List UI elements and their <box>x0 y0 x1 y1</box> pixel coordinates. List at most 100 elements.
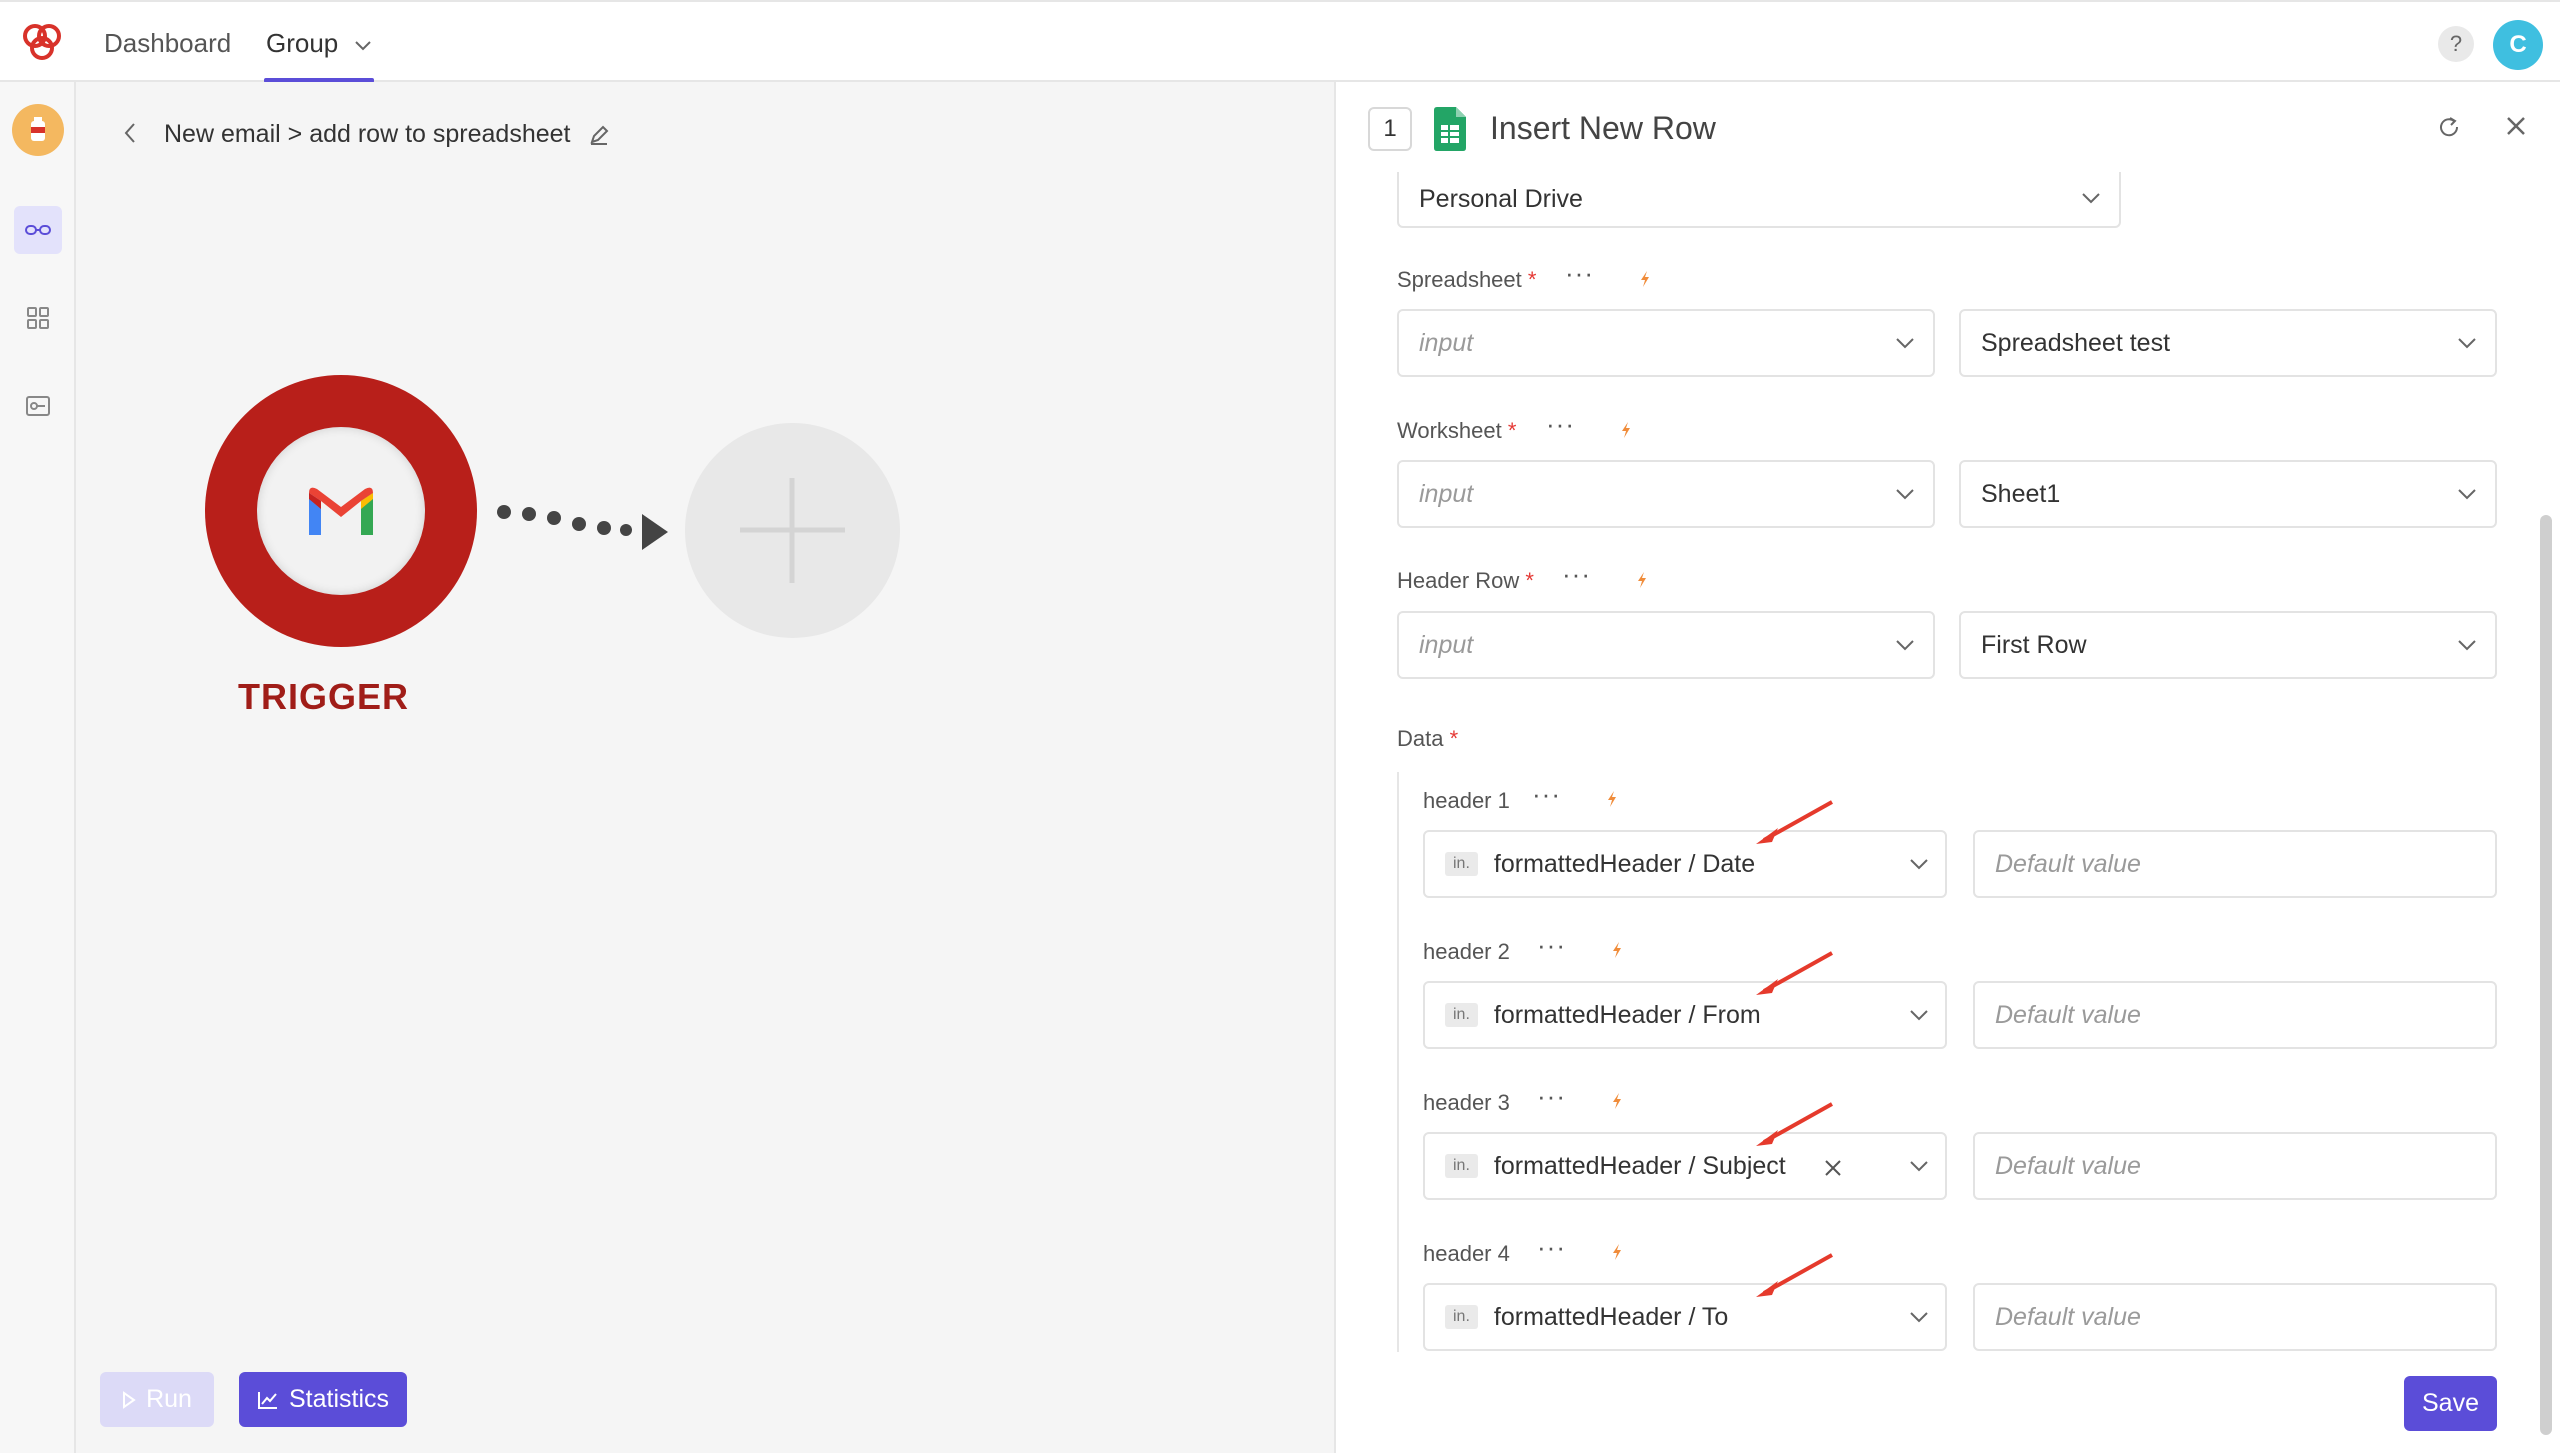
chevron-down-icon <box>1910 1010 1928 1021</box>
chevron-down-icon <box>2458 338 2476 349</box>
help-button[interactable]: ? <box>2438 26 2474 62</box>
back-chevron-icon[interactable] <box>122 120 138 151</box>
chevron-down-icon <box>1896 489 1914 500</box>
flow-breadcrumb: New email > add row to spreadsheet <box>164 120 571 148</box>
add-step-node[interactable] <box>685 423 900 638</box>
panel-scrollbar[interactable] <box>2540 515 2552 1435</box>
statistics-label: Statistics <box>288 1385 390 1413</box>
drive-select-value: Personal Drive <box>1419 184 1583 213</box>
header-4-default-input[interactable]: Default value <box>1973 1283 2497 1351</box>
header-2-more-icon[interactable]: ··· <box>1537 930 1566 961</box>
header-2-label: header 2 <box>1423 939 1510 964</box>
header-3-value: formattedHeader / Subject <box>1493 1151 1786 1180</box>
spreadsheet-input-placeholder: input <box>1419 328 1474 357</box>
data-label-text: Data <box>1397 726 1444 751</box>
header-1-default-input[interactable]: Default value <box>1973 830 2497 898</box>
header-row-field-label: Header Row * <box>1397 568 1534 593</box>
flow-link-icon <box>25 225 51 235</box>
close-icon[interactable] <box>2504 114 2528 143</box>
refresh-icon[interactable] <box>2436 114 2462 145</box>
header-1-value: formattedHeader / Date <box>1493 849 1756 878</box>
lightning-icon <box>1641 271 1649 287</box>
nav-group[interactable]: Group <box>266 28 372 59</box>
worksheet-field-label: Worksheet * <box>1397 418 1517 443</box>
header-4-more-icon[interactable]: ··· <box>1537 1232 1566 1263</box>
run-button[interactable]: Run <box>100 1372 214 1427</box>
trigger-node-inner[interactable] <box>257 427 425 595</box>
header-2-value-select[interactable]: in. formattedHeader / From <box>1423 981 1947 1049</box>
chevron-down-icon <box>354 41 371 51</box>
user-avatar[interactable]: C <box>2493 20 2543 70</box>
chevron-down-icon <box>2458 640 2476 651</box>
spreadsheet-label-text: Spreadsheet <box>1397 267 1522 292</box>
left-sidebar <box>0 82 76 1453</box>
lightning-icon <box>1638 572 1646 588</box>
nav-group-label: Group <box>266 28 339 58</box>
header-4-value-select[interactable]: in. formattedHeader / To <box>1423 1283 1947 1351</box>
worksheet-more-icon[interactable]: ··· <box>1546 409 1575 440</box>
edit-pencil-icon[interactable] <box>588 124 610 151</box>
step-number-badge: 1 <box>1368 107 1412 151</box>
play-icon <box>123 1390 136 1409</box>
sidebar-item-credentials[interactable] <box>14 382 62 430</box>
lightning-icon <box>1613 1244 1621 1260</box>
lightning-icon <box>1622 422 1630 438</box>
annotation-arrow-icon <box>1756 800 1833 844</box>
header-2-default-input[interactable]: Default value <box>1973 981 2497 1049</box>
panel-title: Insert New Row <box>1490 110 1716 146</box>
drive-select[interactable]: Personal Drive <box>1397 172 2121 228</box>
spreadsheet-field-label: Spreadsheet * <box>1397 267 1537 292</box>
worksheet-value-select[interactable]: Sheet1 <box>1959 460 2497 528</box>
header-1-more-icon[interactable]: ··· <box>1532 779 1561 810</box>
data-field-label: Data * <box>1397 726 1459 751</box>
header-row-value: First Row <box>1981 630 2087 659</box>
annotation-arrow-icon <box>1756 951 1833 995</box>
connector-arrow <box>497 505 668 550</box>
header-4-value: formattedHeader / To <box>1493 1302 1729 1331</box>
chevron-down-icon <box>2082 193 2100 204</box>
clear-icon[interactable] <box>1823 1158 1843 1178</box>
spreadsheet-value-select[interactable]: Spreadsheet test <box>1959 309 2497 377</box>
header-3-default-placeholder: Default value <box>1995 1151 2141 1180</box>
sidebar-item-apps[interactable] <box>14 294 62 342</box>
app-logo-icon[interactable] <box>18 20 66 69</box>
header-3-value-select[interactable]: in. formattedHeader / Subject <box>1423 1132 1947 1200</box>
workspace-avatar[interactable] <box>12 104 64 156</box>
header-row-more-icon[interactable]: ··· <box>1562 559 1591 590</box>
workflow-canvas[interactable] <box>76 82 1334 1453</box>
worksheet-label-text: Worksheet <box>1397 418 1502 443</box>
header-1-value-select[interactable]: in. formattedHeader / Date <box>1423 830 1947 898</box>
chart-icon <box>257 1391 277 1409</box>
header-2-value: formattedHeader / From <box>1493 1000 1761 1029</box>
header-row-input-select[interactable]: input <box>1397 611 1935 679</box>
worksheet-input-placeholder: input <box>1419 479 1474 508</box>
chevron-down-icon <box>1896 640 1914 651</box>
header-3-default-input[interactable]: Default value <box>1973 1132 2497 1200</box>
gmail-icon <box>309 487 373 535</box>
lightning-icon <box>1613 942 1621 958</box>
spreadsheet-value: Spreadsheet test <box>1981 328 2171 357</box>
run-label: Run <box>146 1385 192 1413</box>
chevron-down-icon <box>2458 489 2476 500</box>
statistics-button[interactable]: Statistics <box>239 1372 407 1427</box>
nav-dashboard[interactable]: Dashboard <box>104 28 231 59</box>
header-row-label-text: Header Row <box>1397 568 1520 593</box>
worksheet-input-select[interactable]: input <box>1397 460 1935 528</box>
header-4-label: header 4 <box>1423 1241 1510 1266</box>
trigger-label: TRIGGER <box>238 676 410 717</box>
spreadsheet-input-select[interactable]: input <box>1397 309 1935 377</box>
chevron-down-icon <box>1896 338 1914 349</box>
header-row-value-select[interactable]: First Row <box>1959 611 2497 679</box>
header-1-label: header 1 <box>1423 788 1510 813</box>
header-1-default-placeholder: Default value <box>1995 849 2141 878</box>
sidebar-item-flows[interactable] <box>14 206 62 254</box>
chevron-down-icon <box>1910 1312 1928 1323</box>
spreadsheet-more-icon[interactable]: ··· <box>1565 258 1594 289</box>
top-bar: Dashboard Group ? C <box>0 0 2560 83</box>
header-3-more-icon[interactable]: ··· <box>1537 1081 1566 1112</box>
input-tag: in. <box>1445 1305 1478 1329</box>
google-sheets-icon <box>1432 106 1468 157</box>
chevron-down-icon <box>1910 859 1928 870</box>
save-button[interactable]: Save <box>2404 1376 2497 1431</box>
input-tag: in. <box>1445 1003 1478 1027</box>
